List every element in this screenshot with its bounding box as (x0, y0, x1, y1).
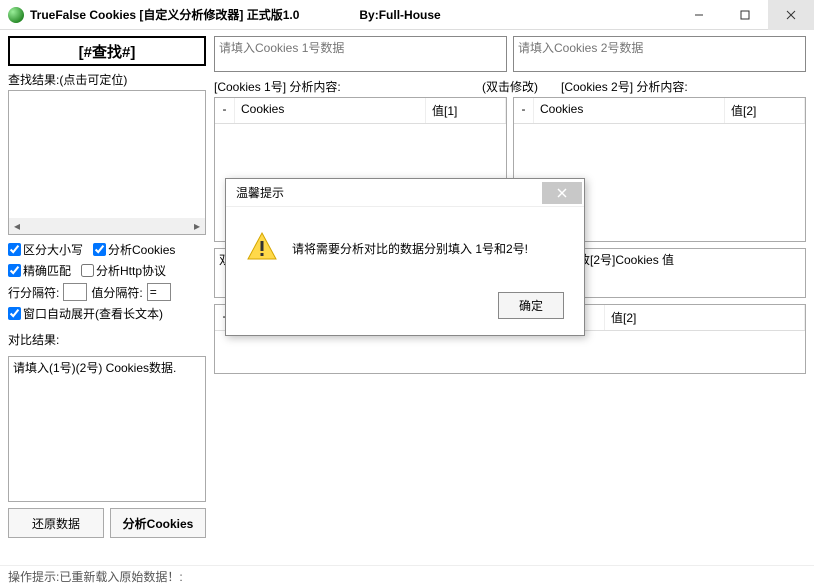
checkbox-auto-expand[interactable]: 窗口自动展开(查看长文本) (8, 305, 163, 322)
search-input[interactable]: [#查找#] (8, 36, 206, 66)
expand-icon[interactable]: - (215, 98, 235, 123)
scroll-left-icon[interactable]: ◂ (9, 218, 25, 234)
window-title: TrueFalse Cookies [自定义分析修改器] 正式版1.0 (30, 6, 299, 23)
warning-icon (246, 231, 278, 266)
checkbox-analyze-http[interactable]: 分析Http协议 (81, 262, 166, 279)
dialog-close-button[interactable] (542, 182, 582, 204)
dialog-ok-button[interactable]: 确定 (498, 292, 564, 319)
close-button[interactable] (768, 0, 814, 30)
dialog-title: 温馨提示 (236, 184, 542, 201)
alert-dialog: 温馨提示 请将需要分析对比的数据分别填入 1号和2号! 确定 (225, 178, 585, 336)
cookies1-input[interactable] (214, 36, 507, 72)
expand-icon[interactable]: - (514, 98, 534, 123)
checkbox-exact-match[interactable]: 精确匹配 (8, 262, 71, 279)
window-author: By:Full-House (359, 8, 440, 22)
minimize-button[interactable] (676, 0, 722, 30)
titlebar: TrueFalse Cookies [自定义分析修改器] 正式版1.0 By:F… (0, 0, 814, 30)
val-sep-input[interactable] (147, 283, 171, 301)
cookies2-input[interactable] (513, 36, 806, 72)
compare-label: 对比结果: (8, 332, 206, 348)
diff-col-v2: 值[2] (605, 305, 805, 330)
row-sep-label: 行分隔符: (8, 284, 59, 301)
row-sep-input[interactable] (63, 283, 87, 301)
dblclick-hint: (双击修改) (465, 78, 555, 95)
dialog-message: 请将需要分析对比的数据分别填入 1号和2号! (292, 240, 528, 257)
results-label: 查找结果:(点击可定位) (8, 72, 206, 88)
checkbox-case-sensitive[interactable]: 区分大小写 (8, 241, 83, 258)
analyze-button[interactable]: 分析Cookies (110, 508, 206, 538)
col-cookies: Cookies (534, 98, 725, 123)
col-value2: 值[2] (725, 98, 805, 123)
analysis1-label: [Cookies 1号] 分析内容: (214, 78, 459, 95)
maximize-button[interactable] (722, 0, 768, 30)
scroll-right-icon[interactable]: ▸ (189, 218, 205, 234)
checkbox-analyze-cookies[interactable]: 分析Cookies (93, 241, 175, 258)
restore-button[interactable]: 还原数据 (8, 508, 104, 538)
val-sep-label: 值分隔符: (91, 284, 142, 301)
col-cookies: Cookies (235, 98, 426, 123)
analysis2-label: [Cookies 2号] 分析内容: (561, 78, 806, 95)
compare-result-box: 请填入(1号)(2号) Cookies数据. (8, 356, 206, 502)
app-icon (8, 7, 24, 23)
status-bar: 操作提示:已重新载入原始数据！: (0, 565, 814, 585)
col-value1: 值[1] (426, 98, 506, 123)
results-list[interactable]: ◂ ▸ (8, 90, 206, 235)
scrollbar-horizontal[interactable]: ◂ ▸ (9, 218, 205, 234)
